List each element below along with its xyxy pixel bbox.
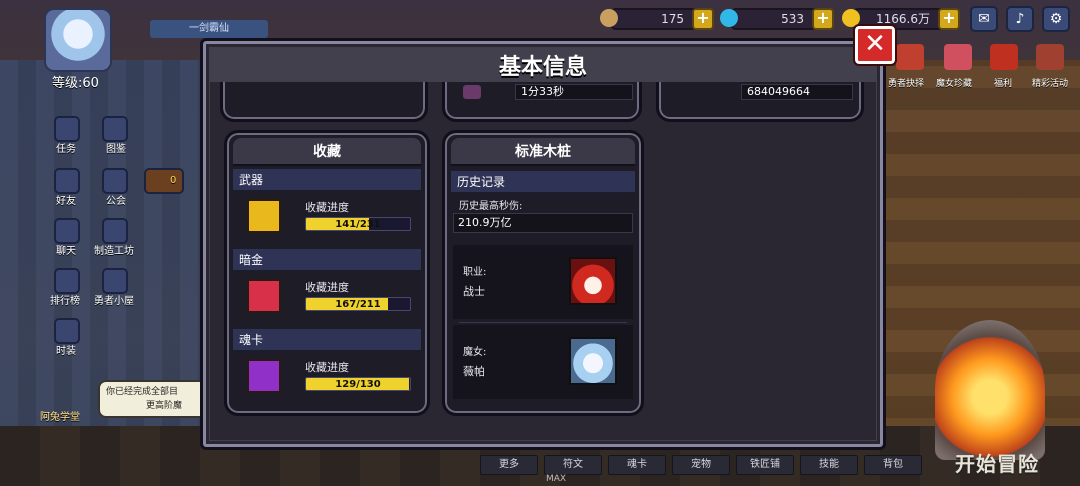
friends-icon[interactable]	[54, 168, 80, 194]
left-menu-label[interactable]: 排行榜	[50, 292, 80, 307]
divider	[459, 322, 627, 323]
dummy-title: 标准木桩	[451, 138, 635, 166]
weapon-section-header: 武器	[233, 169, 421, 191]
info-card-partial: 1分33秒	[442, 82, 642, 122]
left-menu-label[interactable]: 公会	[106, 192, 126, 207]
more-button[interactable]: 更多	[480, 455, 538, 475]
left-menu-label[interactable]: 任务	[56, 140, 76, 155]
codex-icon[interactable]	[102, 116, 128, 142]
witch-row: 魔女: 薇帕	[453, 325, 633, 399]
tutorial-notice[interactable]: 你已经完成全部目 更高阶魔	[98, 380, 208, 418]
portal-icon[interactable]	[935, 320, 1045, 460]
leaderboard-trophy-icon[interactable]	[54, 268, 80, 294]
card-item-icon	[463, 85, 481, 99]
witch-value: 薇帕	[463, 365, 485, 378]
backpack-button[interactable]: 背包	[864, 455, 922, 475]
job-label: 职业:	[463, 267, 487, 278]
witch-collection-icon[interactable]	[944, 44, 972, 70]
weapon-progress-bar: 141/231	[305, 217, 411, 231]
collection-title: 收藏	[233, 138, 421, 166]
max-dps-label: 历史最高秒伤:	[459, 201, 523, 212]
info-card-partial: 684049664	[656, 82, 864, 122]
job-value: 战士	[463, 285, 485, 298]
soul-card-section-header: 魂卡	[233, 329, 421, 351]
right-menu-label[interactable]: 魔女珍藏	[936, 76, 972, 89]
card-value-field: 684049664	[741, 84, 853, 100]
resource-gold-coins: 175 +	[600, 8, 714, 30]
progress-text: 141/231	[335, 219, 381, 230]
soul-card-progress-bar: 129/130	[305, 377, 411, 391]
add-resource-button[interactable]: +	[812, 8, 834, 30]
left-menu-label[interactable]: 勇者小屋	[94, 292, 134, 307]
witch-portrait-icon	[569, 337, 617, 385]
rune-button[interactable]: 符文	[544, 455, 602, 475]
settings-gear-icon[interactable]: ⚙	[1042, 6, 1070, 32]
progress-label: 收藏进度	[305, 361, 349, 374]
max-dps-value: 210.9万亿	[453, 213, 633, 233]
max-label: MAX	[546, 474, 567, 484]
warrior-portrait-icon	[569, 257, 617, 305]
start-adventure-button[interactable]: 开始冒险	[955, 448, 1039, 477]
hero-cabin-icon[interactable]	[102, 268, 128, 294]
money-icon	[842, 9, 860, 27]
close-icon[interactable]: ✕	[853, 24, 897, 66]
progress-label: 收藏进度	[305, 281, 349, 294]
right-menu-label[interactable]: 福利	[994, 76, 1012, 89]
right-menu-label[interactable]: 精彩活动	[1032, 76, 1068, 89]
hero-choice-icon[interactable]	[896, 44, 924, 70]
dark-gold-progress-bar: 167/211	[305, 297, 411, 311]
resource-value: 175	[661, 12, 684, 26]
weapon-icon	[247, 199, 281, 233]
witch-label: 魔女:	[463, 347, 487, 358]
add-resource-button[interactable]: +	[692, 8, 714, 30]
blacksmith-button[interactable]: 铁匠铺	[736, 455, 794, 475]
task-icon[interactable]	[54, 116, 80, 142]
left-menu-label[interactable]: 聊天	[56, 242, 76, 257]
weapon-count: 0	[170, 175, 177, 186]
diamond-icon	[720, 9, 738, 27]
resource-value: 1166.6万	[876, 12, 930, 26]
coin-icon	[600, 9, 618, 27]
welfare-gift-icon[interactable]	[990, 44, 1018, 70]
player-name: 一剑霸仙	[150, 20, 268, 38]
soul-card-icon	[247, 359, 281, 393]
left-menu-label[interactable]: 好友	[56, 192, 76, 207]
job-row: 职业: 战士	[453, 245, 633, 319]
fashion-icon[interactable]	[54, 318, 80, 344]
resource-diamonds: 533 +	[720, 8, 834, 30]
right-menu-label[interactable]: 勇者抉择	[888, 76, 924, 89]
crafting-workshop-icon[interactable]	[102, 218, 128, 244]
left-menu-label[interactable]: 图鉴	[106, 140, 126, 155]
pet-button[interactable]: 宠物	[672, 455, 730, 475]
mail-icon[interactable]: ✉	[970, 6, 998, 32]
weapon-sword-icon[interactable]	[144, 168, 184, 194]
history-header: 历史记录	[451, 171, 635, 193]
progress-label: 收藏进度	[305, 201, 349, 214]
player-avatar[interactable]	[44, 8, 112, 72]
soul-card-button[interactable]: 魂卡	[608, 455, 666, 475]
resource-value: 533	[781, 12, 804, 26]
sound-icon[interactable]: ♪	[1006, 6, 1034, 32]
left-menu-label[interactable]: 时装	[56, 342, 76, 357]
player-level: 等级:60	[52, 76, 99, 91]
modal-content[interactable]: 1分33秒 684049664 收藏 武器 收藏进度 141/231 暗金 收藏…	[210, 82, 876, 440]
collection-card: 收藏 武器 收藏进度 141/231 暗金 收藏进度 167/211 魂卡 收藏…	[224, 130, 430, 416]
dark-gold-section-header: 暗金	[233, 249, 421, 271]
notice-caption: 阿兔学堂	[40, 412, 80, 423]
modal-title: 基本信息	[498, 55, 587, 80]
notice-line: 你已经完成全部目	[106, 387, 179, 397]
progress-text: 167/211	[335, 299, 381, 310]
notice-line: 更高阶魔	[146, 401, 183, 411]
card-value-field: 1分33秒	[515, 84, 633, 100]
info-card-partial	[220, 82, 428, 122]
dark-gold-icon	[247, 279, 281, 313]
left-menu-label[interactable]: 制造工坊	[94, 242, 134, 257]
add-resource-button[interactable]: +	[938, 8, 960, 30]
chat-icon[interactable]	[54, 218, 80, 244]
progress-text: 129/130	[335, 379, 381, 390]
events-icon[interactable]	[1036, 44, 1064, 70]
training-dummy-card: 标准木桩 历史记录 历史最高秒伤: 210.9万亿 职业: 战士 魔女: 薇帕	[442, 130, 644, 416]
guild-icon[interactable]	[102, 168, 128, 194]
skill-button[interactable]: 技能	[800, 455, 858, 475]
